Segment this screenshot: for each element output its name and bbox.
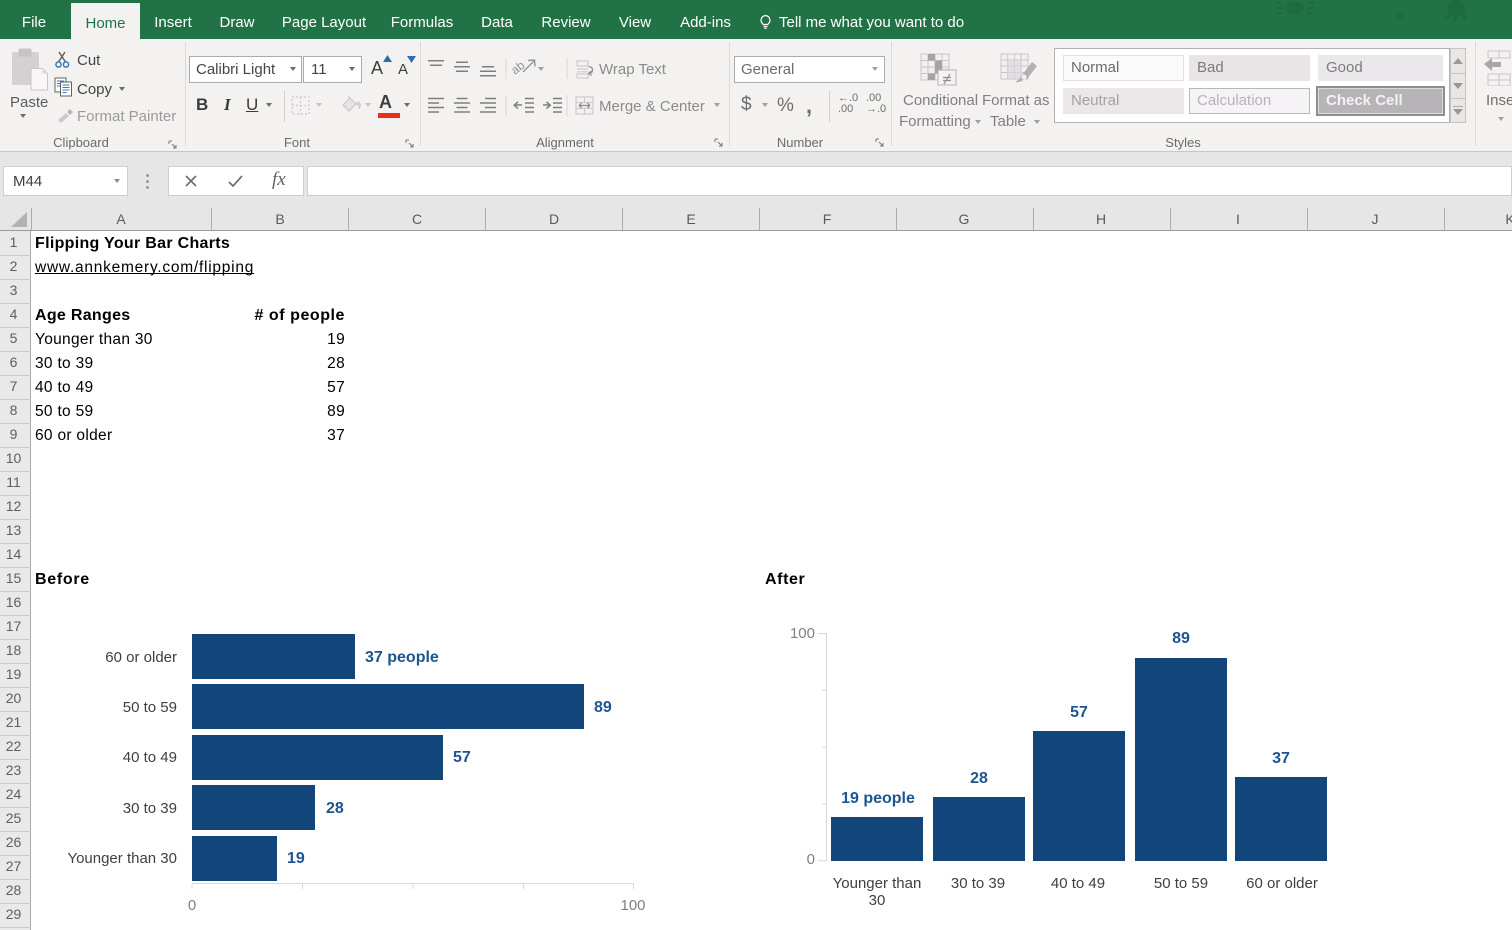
svg-text:ab: ab bbox=[508, 58, 527, 77]
